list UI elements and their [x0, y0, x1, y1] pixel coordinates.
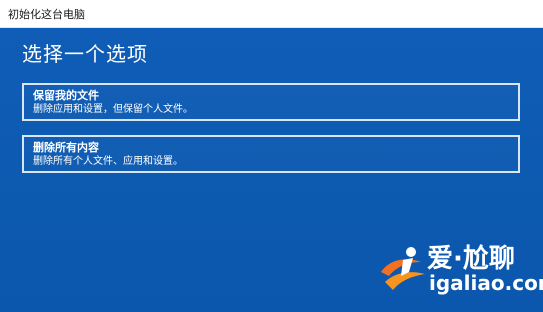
option-title: 保留我的文件 [33, 89, 99, 102]
watermark: 爱·尬聊 igaliao.com [375, 238, 543, 298]
watermark-title: 爱·尬聊 [427, 244, 515, 274]
keep-my-files-option[interactable]: 保留我的文件 删除应用和设置，但保留个人文件。 [22, 83, 520, 121]
page-title: 选择一个选项 [22, 42, 148, 66]
remove-everything-option[interactable]: 删除所有内容 删除所有个人文件、应用和设置。 [22, 135, 520, 173]
window-title: 初始化这台电脑 [8, 7, 85, 21]
watermark-url: igaliao.com [429, 271, 543, 295]
option-description: 删除所有个人文件、应用和设置。 [33, 156, 183, 167]
option-description: 删除应用和设置，但保留个人文件。 [33, 104, 193, 115]
swoosh-logo-icon [381, 247, 425, 290]
title-bar: 初始化这台电脑 [0, 0, 543, 28]
option-title: 删除所有内容 [33, 141, 99, 154]
